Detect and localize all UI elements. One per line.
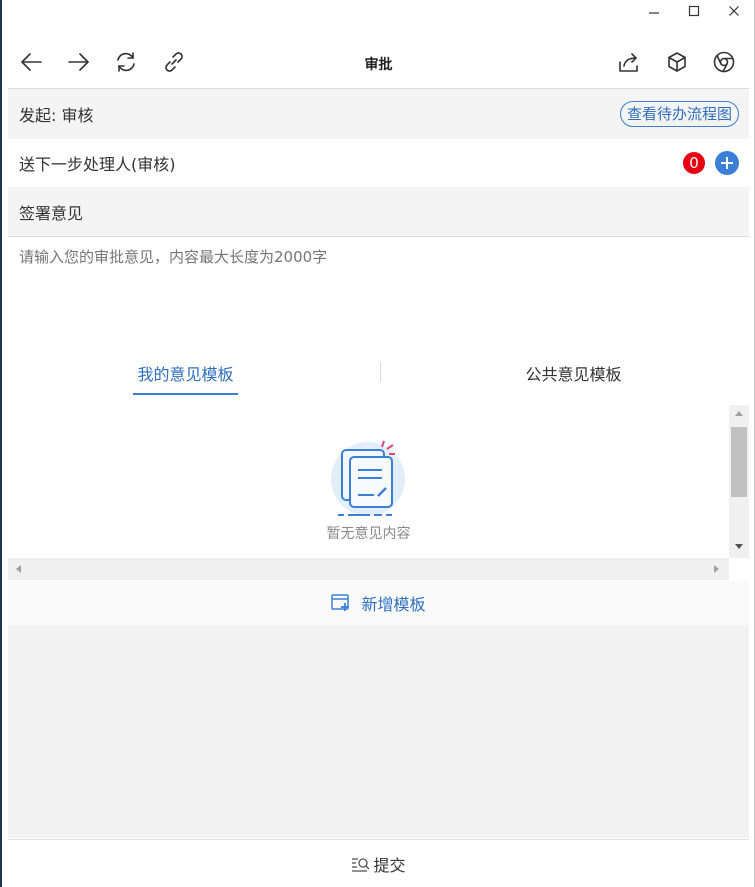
template-list-panel: 暂无意见内容 [8, 405, 749, 580]
toolbar: 审批 [2, 36, 755, 88]
page-title: 审批 [364, 57, 393, 73]
horizontal-scrollbar[interactable] [8, 558, 729, 580]
vertical-scrollbar[interactable] [729, 405, 749, 558]
initiator-label: 发起: 审核 [19, 106, 94, 125]
tab-public-templates[interactable]: 公共意见模板 [521, 361, 626, 395]
submit-label: 提交 [373, 855, 406, 875]
scroll-down-arrow-icon[interactable] [735, 544, 743, 549]
submit-icon [352, 857, 370, 872]
cube-icon[interactable] [664, 49, 690, 75]
initiator-row: 发起: 审核 查看待办流程图 [8, 89, 749, 139]
plus-icon [721, 157, 733, 169]
content-background [8, 625, 749, 838]
scroll-right-arrow-icon[interactable] [714, 565, 719, 573]
scroll-up-arrow-icon[interactable] [735, 411, 743, 416]
maximize-icon[interactable] [674, 0, 714, 22]
close-icon[interactable] [714, 0, 754, 22]
vertical-scroll-thumb[interactable] [731, 427, 747, 497]
empty-document-icon [326, 437, 416, 521]
approval-window: 审批 发起: 审核 查看待办流程图 送下一步处理人(审核) 0 签署意见 我的意… [0, 0, 755, 887]
next-handler-row: 送下一步处理人(审核) 0 [8, 139, 749, 187]
share-icon[interactable] [616, 49, 642, 75]
opinion-input[interactable] [8, 237, 749, 337]
view-flow-chart-button[interactable]: 查看待办流程图 [619, 101, 739, 127]
minimize-icon[interactable] [634, 0, 674, 22]
scroll-left-arrow-icon[interactable] [16, 565, 21, 573]
signature-label: 签署意见 [19, 203, 84, 223]
chrome-icon[interactable] [711, 49, 737, 75]
handler-count-badge: 0 [683, 152, 705, 174]
add-template-button[interactable]: 新增模板 [8, 581, 749, 625]
window-controls [634, 0, 754, 24]
empty-state-text: 暂无意见内容 [326, 526, 411, 542]
next-handler-label: 送下一步处理人(审核) [19, 155, 176, 174]
add-template-icon [331, 594, 350, 611]
signature-row: 签署意见 [8, 187, 749, 236]
submit-button[interactable]: 提交 [8, 839, 749, 887]
add-template-label: 新增模板 [361, 595, 426, 614]
tab-my-templates[interactable]: 我的意见模板 [133, 361, 238, 395]
tab-separator [380, 362, 381, 382]
add-handler-button[interactable] [715, 151, 739, 175]
